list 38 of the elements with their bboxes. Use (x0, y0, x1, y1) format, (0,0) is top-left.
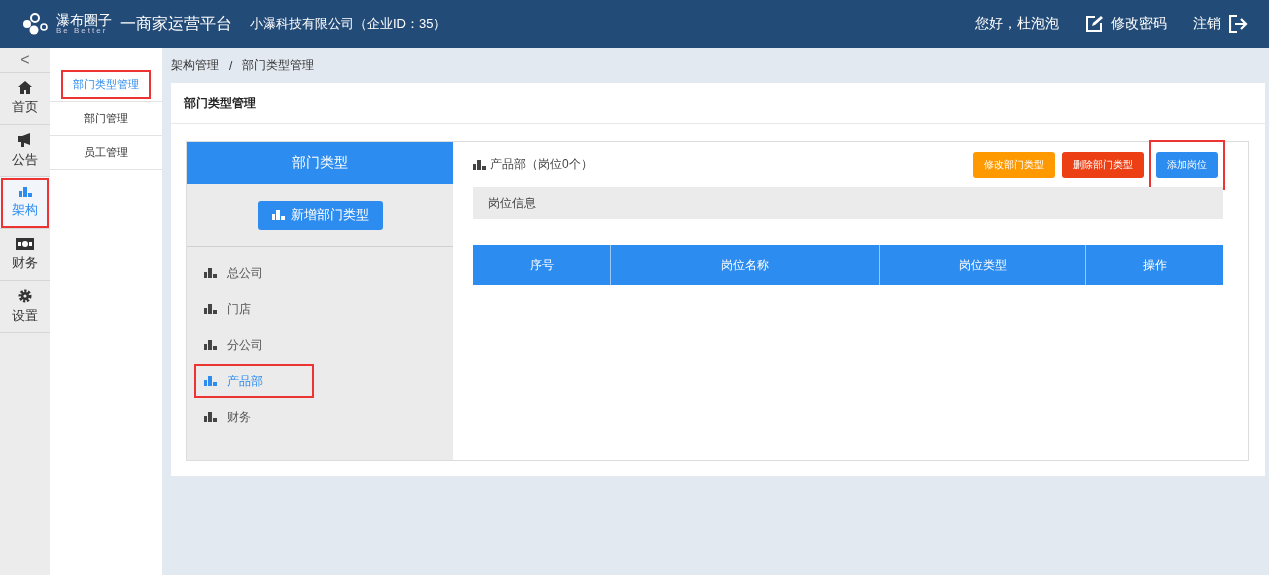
department-type-item[interactable]: 总公司 (193, 255, 315, 291)
logo-tagline: Be Better (56, 27, 108, 35)
banknote-icon (16, 237, 34, 250)
megaphone-icon (17, 132, 33, 147)
breadcrumb-item[interactable]: 部门类型管理 (242, 57, 315, 74)
change-password-link[interactable]: 修改密码 (1085, 15, 1167, 33)
detail-title: 产品部（岗位0个） (490, 156, 593, 173)
edit-icon (1085, 15, 1103, 33)
logo-name: 瀑布圈子 (56, 13, 112, 27)
platform-title: 一商家运营平台 (120, 13, 232, 34)
card-title: 部门类型管理 (184, 94, 256, 112)
bar-chart-icon (204, 304, 217, 314)
subnav-item[interactable]: 部门类型管理 (50, 68, 162, 102)
action-button[interactable]: 删除部门类型 (1062, 151, 1144, 178)
bar-chart-icon (18, 186, 32, 197)
home-icon (18, 81, 32, 94)
department-type-item[interactable]: 门店 (193, 291, 315, 327)
column-header: 岗位名称 (610, 245, 879, 285)
settings-icon (18, 288, 32, 303)
panel-header: 部门类型 (187, 142, 453, 184)
column-header: 操作 (1085, 245, 1223, 285)
logout-icon (1229, 15, 1249, 33)
breadcrumb-item[interactable]: 架构管理 (171, 57, 219, 74)
bar-chart-icon (204, 268, 217, 278)
department-type-item[interactable]: 分公司 (193, 327, 315, 363)
company-name: 小瀑科技有限公司（企业ID：35） (250, 15, 447, 33)
greeting: 您好，杜泡泡 (975, 15, 1059, 33)
column-header: 岗位类型 (879, 245, 1085, 285)
breadcrumb-separator: / (229, 58, 233, 73)
bar-chart-icon (204, 376, 217, 386)
bar-chart-icon (204, 412, 217, 422)
bar-chart-icon (473, 159, 486, 170)
bar-chart-icon (271, 210, 285, 220)
department-type-item[interactable]: 财务 (193, 399, 315, 435)
column-header: 序号 (528, 256, 555, 274)
bar-chart-icon (204, 340, 217, 350)
logout-link[interactable]: 注销 (1193, 15, 1249, 33)
section-bar: 岗位信息 (473, 187, 1223, 219)
